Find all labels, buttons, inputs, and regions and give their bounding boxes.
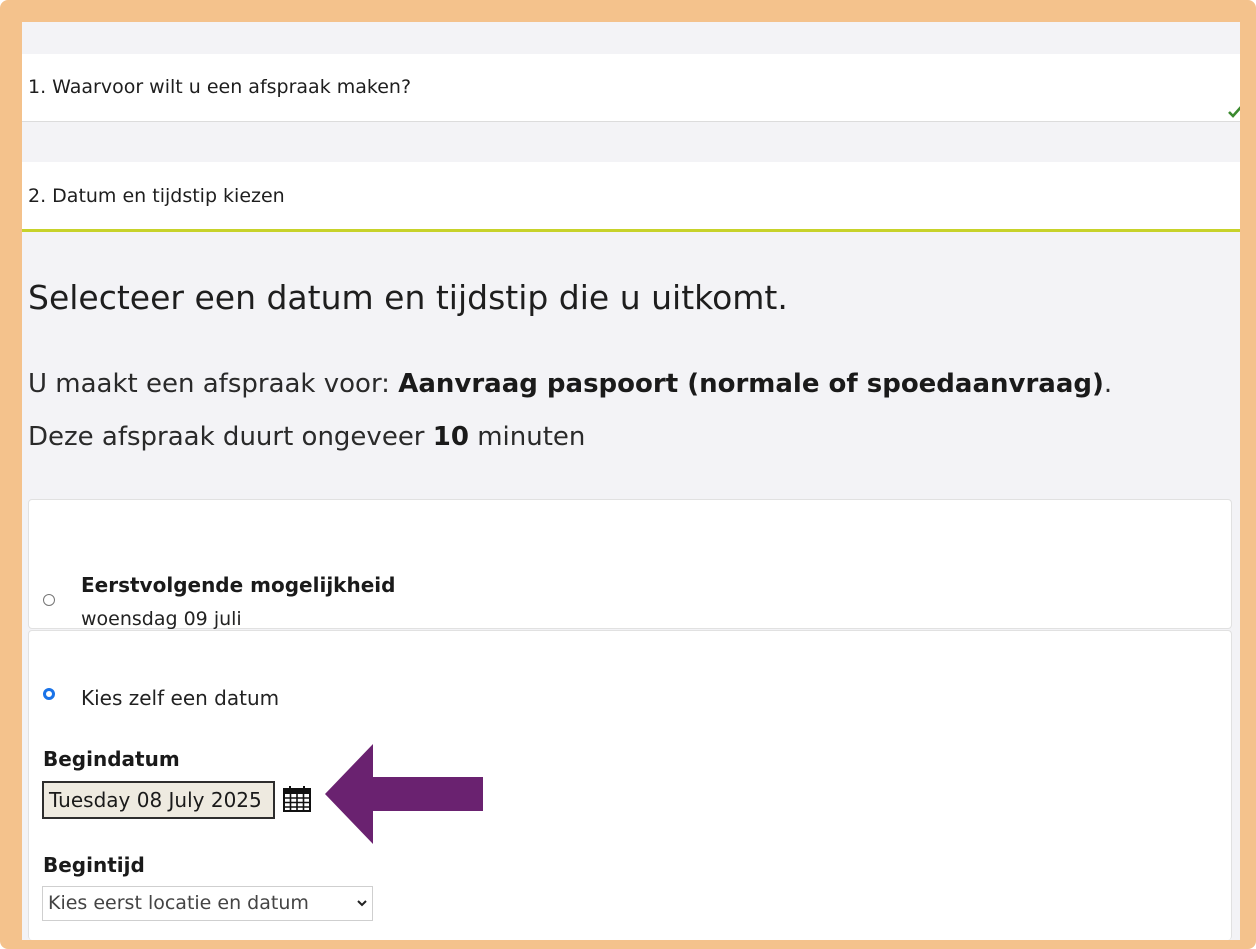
appointment-info: U maakt een afspraak voor: Aanvraag pasp… — [28, 369, 1112, 399]
begintijd-select-value: Kies eerst locatie en datum — [48, 892, 309, 914]
step-1-header[interactable]: 1. Waarvoor wilt u een afspraak maken? — [22, 54, 1240, 122]
choose-date-label[interactable]: Kies zelf een datum — [81, 686, 279, 710]
check-icon — [1228, 106, 1240, 118]
step-2-header[interactable]: 2. Datum en tijdstip kiezen — [22, 162, 1240, 232]
begindatum-input[interactable]: Tuesday 08 July 2025 — [42, 781, 275, 819]
duration-suffix: minuten — [468, 422, 586, 452]
duration-value: 10 — [432, 422, 469, 452]
page-heading: Selecteer een datum en tijdstip die u ui… — [28, 278, 788, 317]
booking-page: 1. Waarvoor wilt u een afspraak maken? 2… — [22, 22, 1240, 940]
calendar-icon[interactable] — [282, 785, 312, 813]
arrow-left-icon — [325, 744, 483, 844]
appointment-suffix: . — [1103, 369, 1113, 399]
radio-next-available[interactable] — [43, 594, 55, 606]
option-choose-date: Kies zelf een datum Begindatum Tuesday 0… — [28, 630, 1232, 940]
appointment-type: Aanvraag paspoort (normale of spoedaanvr… — [398, 369, 1104, 399]
step-1-label: 1. Waarvoor wilt u een afspraak maken? — [28, 76, 412, 98]
chevron-down-icon — [357, 900, 367, 907]
annotation-frame: 1. Waarvoor wilt u een afspraak maken? 2… — [0, 0, 1256, 949]
duration-prefix: Deze afspraak duurt ongeveer — [28, 422, 433, 452]
begindatum-label: Begindatum — [43, 747, 180, 771]
next-available-date: woensdag 09 juli — [81, 608, 242, 630]
appointment-prefix: U maakt een afspraak voor: — [28, 369, 399, 399]
radio-choose-date[interactable] — [43, 688, 55, 700]
duration-info: Deze afspraak duurt ongeveer 10 minuten — [28, 422, 585, 452]
begintijd-select[interactable]: Kies eerst locatie en datum — [42, 886, 373, 921]
step-2-label: 2. Datum en tijdstip kiezen — [28, 185, 285, 207]
next-available-title: Eerstvolgende mogelijkheid — [81, 573, 396, 597]
option-next-available[interactable]: Eerstvolgende mogelijkheid woensdag 09 j… — [28, 499, 1232, 630]
begintijd-label: Begintijd — [43, 853, 145, 877]
